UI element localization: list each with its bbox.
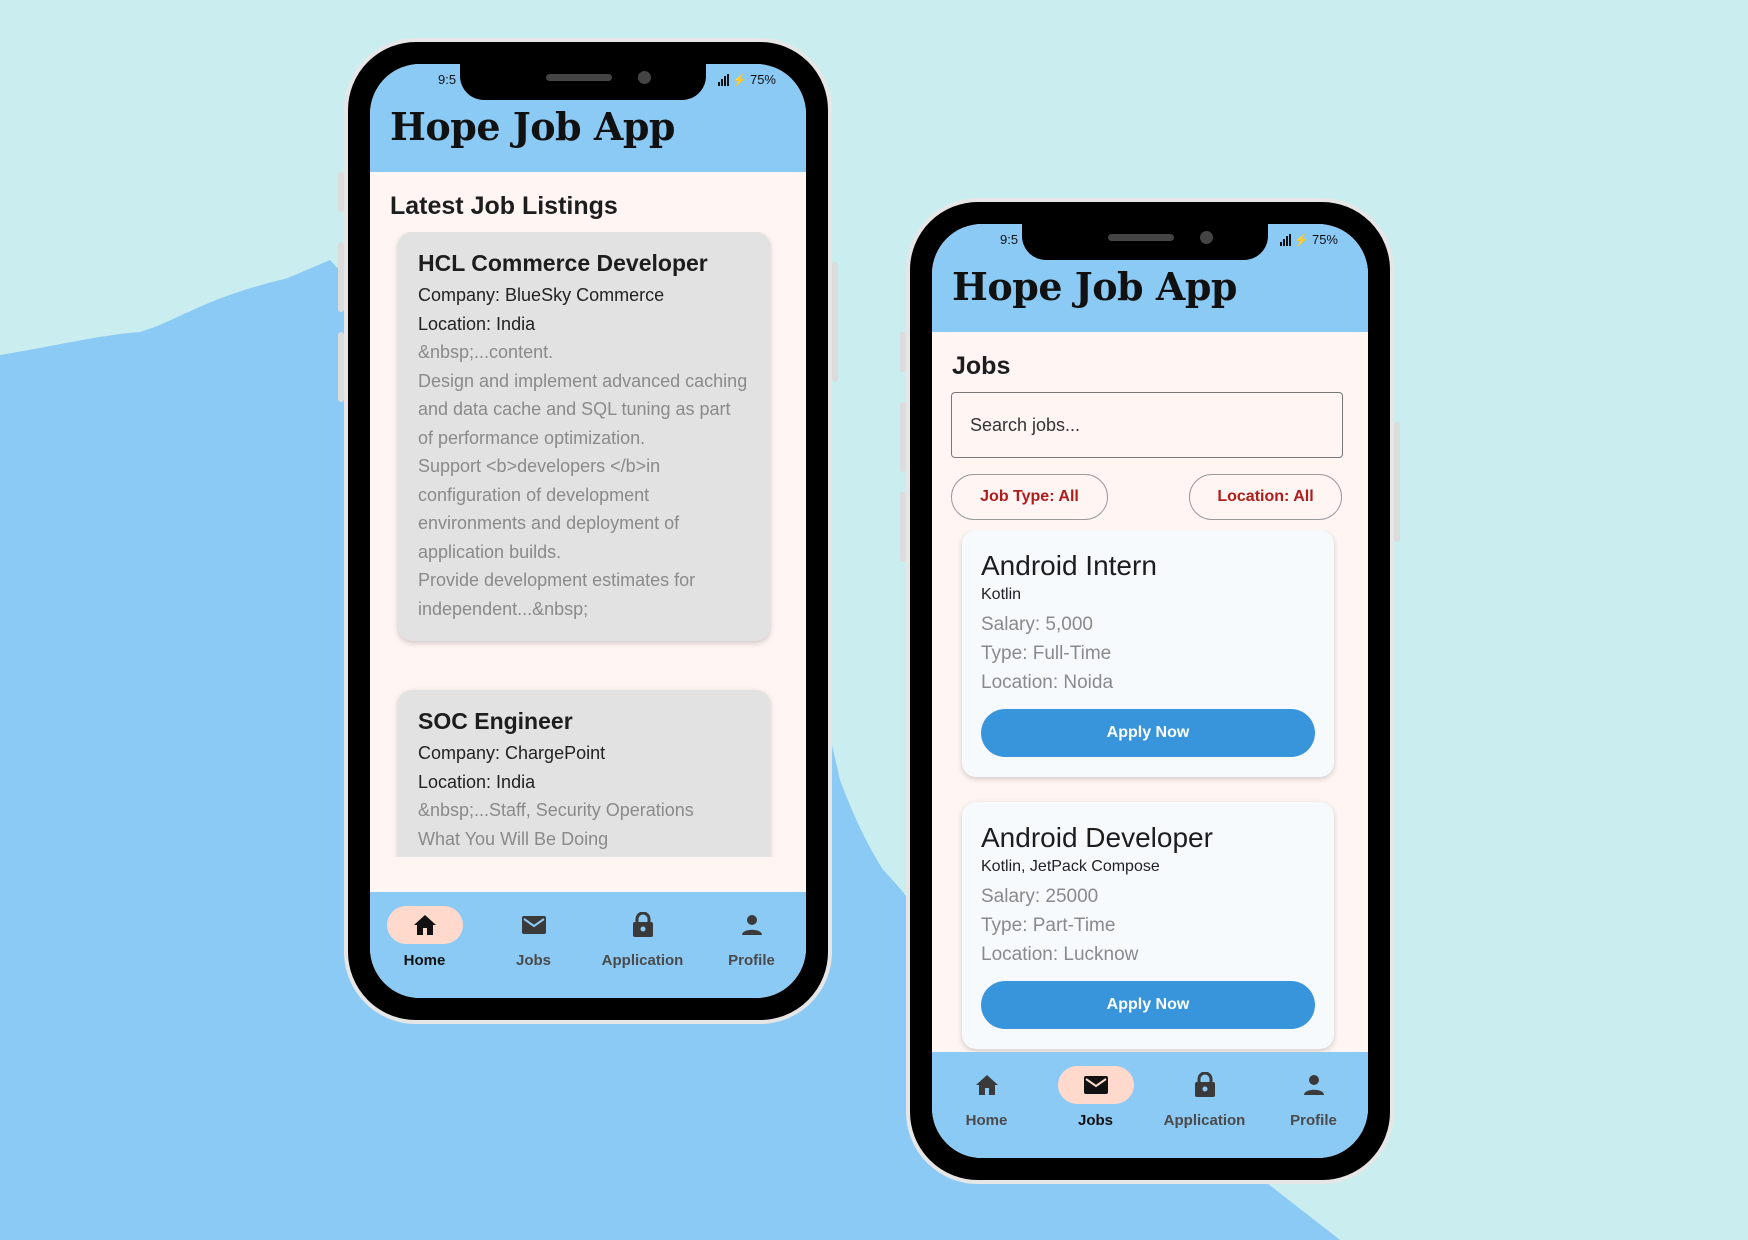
nav-home[interactable]: Home bbox=[932, 1052, 1041, 1158]
job-card[interactable]: Android Intern Kotlin Salary: 5,000 Type… bbox=[962, 530, 1334, 777]
notch bbox=[1022, 224, 1268, 260]
battery-level: 75% bbox=[1311, 232, 1338, 247]
nav-jobs[interactable]: Jobs bbox=[479, 892, 588, 998]
listing-location: Location: India bbox=[418, 771, 536, 792]
listing-title: HCL Commerce Developer bbox=[418, 250, 708, 276]
status-time: 9:5 bbox=[438, 72, 457, 87]
apply-now-button[interactable]: Apply Now bbox=[981, 981, 1315, 1029]
nav-application[interactable]: Application bbox=[588, 892, 697, 998]
battery-level: 75% bbox=[749, 72, 776, 87]
lock-icon bbox=[1194, 1072, 1216, 1098]
listing-location: Location: India bbox=[418, 313, 536, 334]
nav-home[interactable]: Home bbox=[370, 892, 479, 998]
camera bbox=[1200, 231, 1213, 244]
listing-company: Company: ChargePoint bbox=[418, 743, 606, 763]
speaker bbox=[546, 74, 612, 81]
phone-home-screen: Hope Job App 9:5 ⚡ 75% Latest Job Listin… bbox=[338, 38, 838, 1024]
status-time: 9:5 bbox=[1000, 232, 1019, 247]
signal-icon bbox=[1280, 233, 1292, 246]
job-location: Location: Lucknow bbox=[981, 944, 1139, 965]
charging-icon: ⚡ bbox=[732, 72, 747, 87]
nav-label: Jobs bbox=[1077, 1112, 1113, 1129]
listing-card[interactable]: SOC Engineer Company: ChargePoint Locati… bbox=[398, 690, 770, 857]
screen: Hope Job App 9:5 ⚡ 75% Latest Job Listin… bbox=[370, 64, 806, 998]
nav-label: Home bbox=[403, 952, 446, 969]
listing-card[interactable]: HCL Commerce Developer Company: BlueSky … bbox=[398, 232, 770, 641]
mail-icon bbox=[1083, 1075, 1109, 1095]
side-button bbox=[338, 172, 344, 212]
section-title: Jobs bbox=[952, 352, 1011, 380]
status-indicators: ⚡ 75% bbox=[718, 72, 776, 87]
job-skills: Kotlin, JetPack Compose bbox=[981, 858, 1160, 875]
status-indicators: ⚡ 75% bbox=[1280, 232, 1338, 247]
side-button bbox=[900, 402, 906, 472]
apply-now-button[interactable]: Apply Now bbox=[981, 709, 1315, 757]
job-salary: Salary: 25000 bbox=[981, 886, 1099, 907]
nav-label: Profile bbox=[728, 952, 775, 969]
side-button bbox=[900, 492, 906, 562]
job-location: Location: Noida bbox=[981, 672, 1114, 693]
side-button bbox=[338, 332, 344, 402]
section-title: Latest Job Listings bbox=[390, 192, 618, 220]
person-icon bbox=[741, 914, 763, 936]
bottom-nav: Home Jobs Application Profile bbox=[370, 892, 806, 998]
side-button bbox=[900, 332, 906, 372]
location-filter[interactable]: Location: All bbox=[1189, 474, 1342, 520]
home-icon bbox=[413, 914, 437, 936]
bottom-nav: Home Jobs Application Profile bbox=[932, 1052, 1368, 1158]
phone-jobs-screen: Hope Job App 9:5 ⚡ 75% Jobs Job Type: Al… bbox=[900, 198, 1400, 1184]
app-title: Hope Job App bbox=[390, 104, 675, 149]
search-input[interactable] bbox=[951, 392, 1343, 458]
lock-icon bbox=[632, 912, 654, 938]
nav-application[interactable]: Application bbox=[1150, 1052, 1259, 1158]
job-title: Android Developer bbox=[981, 822, 1213, 853]
home-icon bbox=[975, 1074, 999, 1096]
nav-profile[interactable]: Profile bbox=[697, 892, 806, 998]
nav-label: Application bbox=[601, 952, 684, 969]
background-blob bbox=[0, 254, 1340, 1240]
side-button bbox=[1394, 422, 1400, 542]
nav-label: Jobs bbox=[515, 952, 551, 969]
mail-icon bbox=[521, 915, 547, 935]
nav-label: Profile bbox=[1290, 1112, 1337, 1129]
side-button bbox=[338, 242, 344, 312]
job-type: Type: Full-Time bbox=[981, 643, 1112, 664]
job-type: Type: Part-Time bbox=[981, 915, 1116, 936]
listing-description: &nbsp;...Staff, Security Operations What… bbox=[418, 800, 694, 849]
camera bbox=[638, 71, 651, 84]
job-type-filter[interactable]: Job Type: All bbox=[951, 474, 1108, 520]
charging-icon: ⚡ bbox=[1294, 232, 1309, 247]
notch bbox=[460, 64, 706, 100]
nav-jobs[interactable]: Jobs bbox=[1041, 1052, 1150, 1158]
jobs-scroll[interactable]: Android Intern Kotlin Salary: 5,000 Type… bbox=[932, 530, 1368, 1052]
listings-scroll[interactable]: HCL Commerce Developer Company: BlueSky … bbox=[370, 232, 806, 857]
person-icon bbox=[1303, 1074, 1325, 1096]
listing-description: &nbsp;...content. Design and implement a… bbox=[418, 342, 748, 619]
nav-label: Home bbox=[965, 1112, 1008, 1129]
listing-title: SOC Engineer bbox=[418, 708, 573, 734]
nav-profile[interactable]: Profile bbox=[1259, 1052, 1368, 1158]
job-skills: Kotlin bbox=[981, 586, 1022, 603]
listing-company: Company: BlueSky Commerce bbox=[418, 285, 665, 305]
nav-label: Application bbox=[1163, 1112, 1246, 1129]
job-salary: Salary: 5,000 bbox=[981, 614, 1093, 635]
job-card[interactable]: Android Developer Kotlin, JetPack Compos… bbox=[962, 802, 1334, 1049]
app-title: Hope Job App bbox=[952, 264, 1237, 309]
side-button bbox=[832, 262, 838, 382]
speaker bbox=[1108, 234, 1174, 241]
screen: Hope Job App 9:5 ⚡ 75% Jobs Job Type: Al… bbox=[932, 224, 1368, 1158]
signal-icon bbox=[718, 73, 730, 86]
job-title: Android Intern bbox=[981, 550, 1157, 581]
